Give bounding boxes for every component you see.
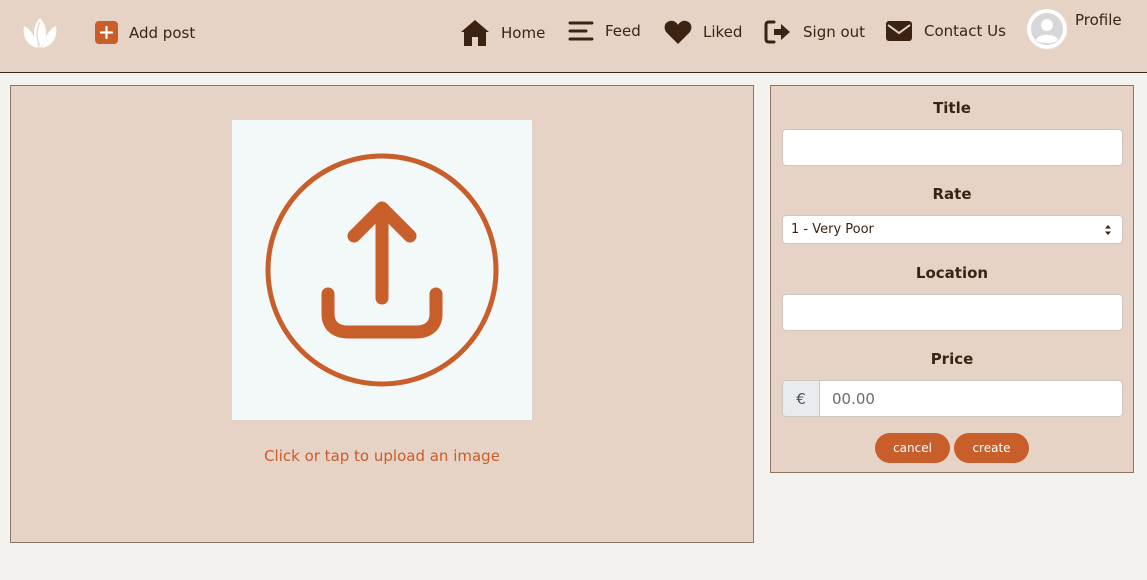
sign-out-icon [764,19,792,45]
nav-profile-label: Profile [1075,11,1122,29]
nav-feed[interactable]: Feed [568,19,641,43]
title-label: Title [933,99,971,117]
add-post-label: Add post [129,23,196,42]
nav-home-label: Home [501,24,546,42]
image-upload-dropzone[interactable] [232,120,532,420]
nav-liked-label: Liked [703,23,743,41]
upload-hint[interactable]: Click or tap to upload an image [11,447,753,465]
price-input-group: € [782,380,1123,417]
image-upload-panel: Click or tap to upload an image [10,85,754,543]
nav-profile[interactable]: Profile [1027,9,1122,49]
nav-feed-label: Feed [605,22,641,40]
nav-contact-label: Contact Us [924,22,1006,40]
home-icon [460,19,490,47]
select-arrows-icon [1105,225,1111,235]
menu-lines-icon [568,19,594,43]
nav-liked[interactable]: Liked [664,19,742,45]
nav-sign-out[interactable]: Sign out [764,19,865,45]
price-label: Price [930,350,974,368]
rate-select[interactable]: 1 - Very Poor [782,215,1123,244]
nav-sign-out-label: Sign out [803,23,866,41]
location-input[interactable] [782,294,1123,331]
plus-square-icon [95,21,118,44]
location-label: Location [915,264,989,282]
price-input[interactable] [820,380,1123,417]
nav-home[interactable]: Home [460,19,545,47]
add-post-link[interactable]: Add post [95,21,195,44]
envelope-icon [885,19,913,43]
create-button[interactable]: create [954,433,1029,463]
nav-contact[interactable]: Contact Us [885,19,1006,43]
title-input[interactable] [782,129,1123,166]
heart-icon [664,19,692,45]
currency-prefix: € [782,380,820,417]
cancel-button[interactable]: cancel [875,433,950,463]
rate-label: Rate [932,185,972,203]
lotus-logo-icon[interactable] [20,16,60,50]
post-form: Title Rate 1 - Very Poor Location Price … [770,85,1134,473]
rate-selected-value: 1 - Very Poor [791,222,874,237]
navbar: Add post Home Feed Liked Sign out Contac… [0,0,1147,73]
upload-circle-icon [265,153,499,387]
user-avatar-icon [1027,9,1067,49]
